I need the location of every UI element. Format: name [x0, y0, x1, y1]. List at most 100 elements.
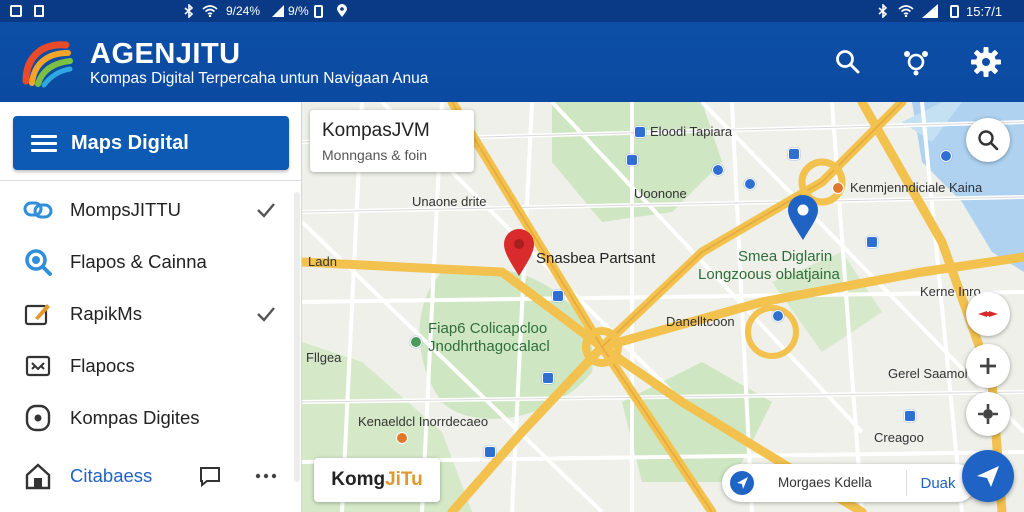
- route-icon: [904, 51, 928, 76]
- location-pill[interactable]: Morgaes Kdella Duak: [722, 464, 976, 502]
- location-pill-text: Morgaes Kdella: [778, 475, 872, 490]
- destination-pin-icon[interactable]: [786, 194, 820, 242]
- map-label: Longzoous oblatjaina: [698, 266, 840, 283]
- sidebar: Maps Digital MompsJITTU Flapos & Cainna …: [0, 102, 302, 512]
- poi-marker[interactable]: [788, 148, 800, 160]
- signal-icon-right: [922, 3, 938, 19]
- map-label: Uoonone: [634, 186, 687, 201]
- map-label: Snasbea Partsant: [536, 250, 656, 267]
- sidebar-item-citabaess[interactable]: Citabaess: [0, 452, 300, 500]
- poi-marker[interactable]: [484, 446, 496, 458]
- route-button[interactable]: [894, 40, 938, 84]
- brand-text-2: J: [385, 469, 396, 490]
- map-search-button[interactable]: [966, 118, 1010, 162]
- sidebar-item-label: RapikMs: [70, 303, 142, 324]
- location-icon: [336, 3, 348, 19]
- map-label: Kenaeldcl Inorrdecaeo: [358, 414, 489, 429]
- map-label: Kenmjenndiciale Kaina: [850, 180, 983, 195]
- search-icon: [978, 130, 999, 151]
- sidebar-item-label: MompsJITTU: [70, 199, 181, 220]
- target-icon: [22, 402, 54, 434]
- home-icon: [22, 460, 54, 492]
- place-subtitle: Monngans & foin: [322, 147, 428, 163]
- poi-marker[interactable]: [904, 410, 916, 422]
- poi-marker[interactable]: [940, 150, 952, 162]
- compass-icon: [978, 311, 998, 317]
- map-label: Jnodhrthagocalacl: [428, 338, 550, 355]
- location-pin-icon[interactable]: [502, 228, 536, 278]
- sidebar-header-label: Maps Digital: [71, 131, 189, 154]
- place-title: KompasJVM: [322, 120, 430, 141]
- chat-button[interactable]: [198, 464, 222, 493]
- map-label: Kerne Inro: [920, 284, 981, 299]
- check-icon: [257, 307, 275, 322]
- map-label: Fiap6 Colicapcloo: [428, 320, 548, 337]
- pill-divider: [906, 470, 907, 496]
- poi-marker[interactable]: [866, 236, 878, 248]
- map-label: Gerel Saamohr: [888, 366, 977, 381]
- more-button[interactable]: [254, 464, 278, 493]
- bluetooth-icon: [184, 3, 194, 19]
- sidebar-footer-label: Citabaess: [70, 465, 153, 486]
- signal-text: 9/%: [288, 4, 309, 18]
- map-label: Fllgea: [306, 350, 342, 365]
- edit-icon: [22, 298, 54, 330]
- signal-icon: [272, 3, 284, 19]
- notification-icon: [10, 3, 22, 19]
- search-button[interactable]: [826, 40, 870, 84]
- poi-marker[interactable]: [744, 178, 756, 190]
- poi-marker[interactable]: [634, 126, 646, 138]
- chat-icon: [200, 467, 220, 488]
- poi-marker[interactable]: [552, 290, 564, 302]
- sidebar-item-flapocs[interactable]: Flapocs: [0, 342, 300, 390]
- sidebar-item-flapos[interactable]: Flapos & Cainna: [0, 238, 300, 286]
- battery-text: 9/24%: [226, 4, 261, 18]
- map-label: Unaone drite: [412, 194, 487, 209]
- bluetooth-icon-right: [878, 3, 888, 19]
- clock: 15:7/1: [966, 3, 1003, 19]
- my-location-button[interactable]: [966, 392, 1010, 436]
- poi-marker[interactable]: [626, 154, 638, 166]
- app-subtitle: Kompas Digital Terpercaha untun Navigaan…: [90, 70, 429, 87]
- map-view[interactable]: Eloodi Tapiara Uoonone Unaone drite Kenm…: [302, 102, 1024, 512]
- brand-text-3: iTu: [395, 469, 423, 490]
- sidebar-item-label: Flapos & Cainna: [70, 251, 207, 272]
- place-info-card[interactable]: KompasJVM Monngans & foin: [310, 110, 474, 172]
- map-label: Smea Diglarin: [738, 248, 833, 265]
- park-marker[interactable]: [410, 336, 422, 348]
- poi-marker[interactable]: [832, 182, 844, 194]
- plus-icon: [980, 358, 996, 374]
- settings-button[interactable]: [964, 40, 1008, 84]
- navigate-button[interactable]: [962, 450, 1014, 502]
- poi-marker[interactable]: [712, 164, 724, 176]
- poi-marker[interactable]: [396, 432, 408, 444]
- sidebar-scrollbar[interactable]: [294, 192, 300, 482]
- link-icon: [22, 194, 54, 226]
- map-label: Creagoo: [874, 430, 924, 445]
- wifi-icon: [202, 3, 218, 19]
- poi-marker[interactable]: [542, 372, 554, 384]
- gear-icon: [971, 47, 1001, 77]
- magnifier-icon: [22, 246, 54, 278]
- navigation-arrow-icon: [730, 471, 754, 495]
- app-notification-icon: [34, 3, 44, 19]
- maps-digital-button[interactable]: Maps Digital: [13, 116, 289, 170]
- pill-action-button[interactable]: Duak: [908, 468, 968, 498]
- battery-icon: [314, 3, 323, 19]
- compass-button[interactable]: [966, 292, 1010, 336]
- battery-icon-right: [950, 3, 959, 19]
- zoom-in-button[interactable]: [966, 344, 1010, 388]
- hamburger-icon: [31, 131, 57, 156]
- check-icon: [257, 203, 275, 218]
- map-label: Ladn: [308, 254, 337, 269]
- app-logo: [20, 37, 74, 89]
- sidebar-item-kompas-digites[interactable]: Kompas Digites: [0, 394, 300, 442]
- sidebar-item-label: Flapocs: [70, 355, 135, 376]
- send-icon: [977, 466, 999, 487]
- poi-marker[interactable]: [772, 310, 784, 322]
- app-bar: AGENJITU Kompas Digital Terpercaha untun…: [0, 22, 1024, 102]
- sidebar-item-rapikms[interactable]: RapikMs: [0, 290, 300, 338]
- mail-icon: [22, 350, 54, 382]
- crosshair-icon: [978, 404, 998, 424]
- sidebar-item-mompsjittu[interactable]: MompsJITTU: [0, 186, 300, 234]
